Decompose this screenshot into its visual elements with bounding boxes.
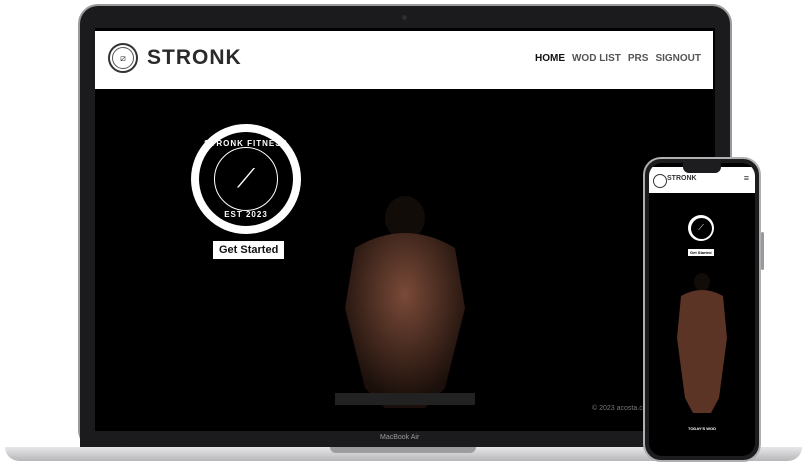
phone-get-started-button[interactable]: Get Started: [688, 249, 714, 256]
phone-notch: [683, 163, 721, 173]
phone-brand-name[interactable]: STRONK: [667, 175, 697, 182]
camera-dot: [402, 15, 407, 20]
brand-name[interactable]: STRONK: [147, 46, 242, 70]
dumbbell-shoe-icon: ⟋: [214, 147, 278, 211]
todays-wod-label[interactable]: TODAY'S WOD: [649, 426, 755, 431]
phone-screen: STRONK ≡ ⟋ Get Started TODAY'S WOD: [649, 163, 755, 456]
nav-signout[interactable]: SIGNOUT: [655, 53, 701, 64]
nav-wod-list[interactable]: WOD LIST: [572, 53, 621, 64]
phone-brand-logo-icon[interactable]: [653, 174, 667, 188]
badge-top-text: STRONK FITNESS: [204, 139, 288, 148]
nav-home[interactable]: HOME: [535, 53, 565, 64]
get-started-button[interactable]: Get Started: [213, 241, 285, 259]
badge-bottom-text: EST 2023: [224, 210, 268, 219]
brand-logo-icon[interactable]: ⧄: [108, 43, 138, 73]
phone-athlete-image: [677, 273, 727, 413]
nav-prs[interactable]: PRS: [628, 53, 649, 64]
laptop-screen: ⧄ STRONK HOME WOD LIST PRS SIGNOUT STRON…: [95, 28, 715, 431]
main-nav: HOME WOD LIST PRS SIGNOUT: [535, 53, 701, 64]
device-label: MacBook Air: [380, 434, 420, 441]
laptop-notch: [330, 447, 476, 453]
stronk-fitness-badge: STRONK FITNESS ⟋ EST 2023: [191, 124, 301, 234]
site-header: ⧄ STRONK HOME WOD LIST PRS SIGNOUT: [95, 31, 713, 89]
athlete-hero-image: [335, 196, 475, 408]
phone-side-button: [761, 232, 764, 270]
phone-badge-icon: ⟋: [688, 215, 714, 241]
hamburger-menu-icon[interactable]: ≡: [744, 173, 749, 183]
